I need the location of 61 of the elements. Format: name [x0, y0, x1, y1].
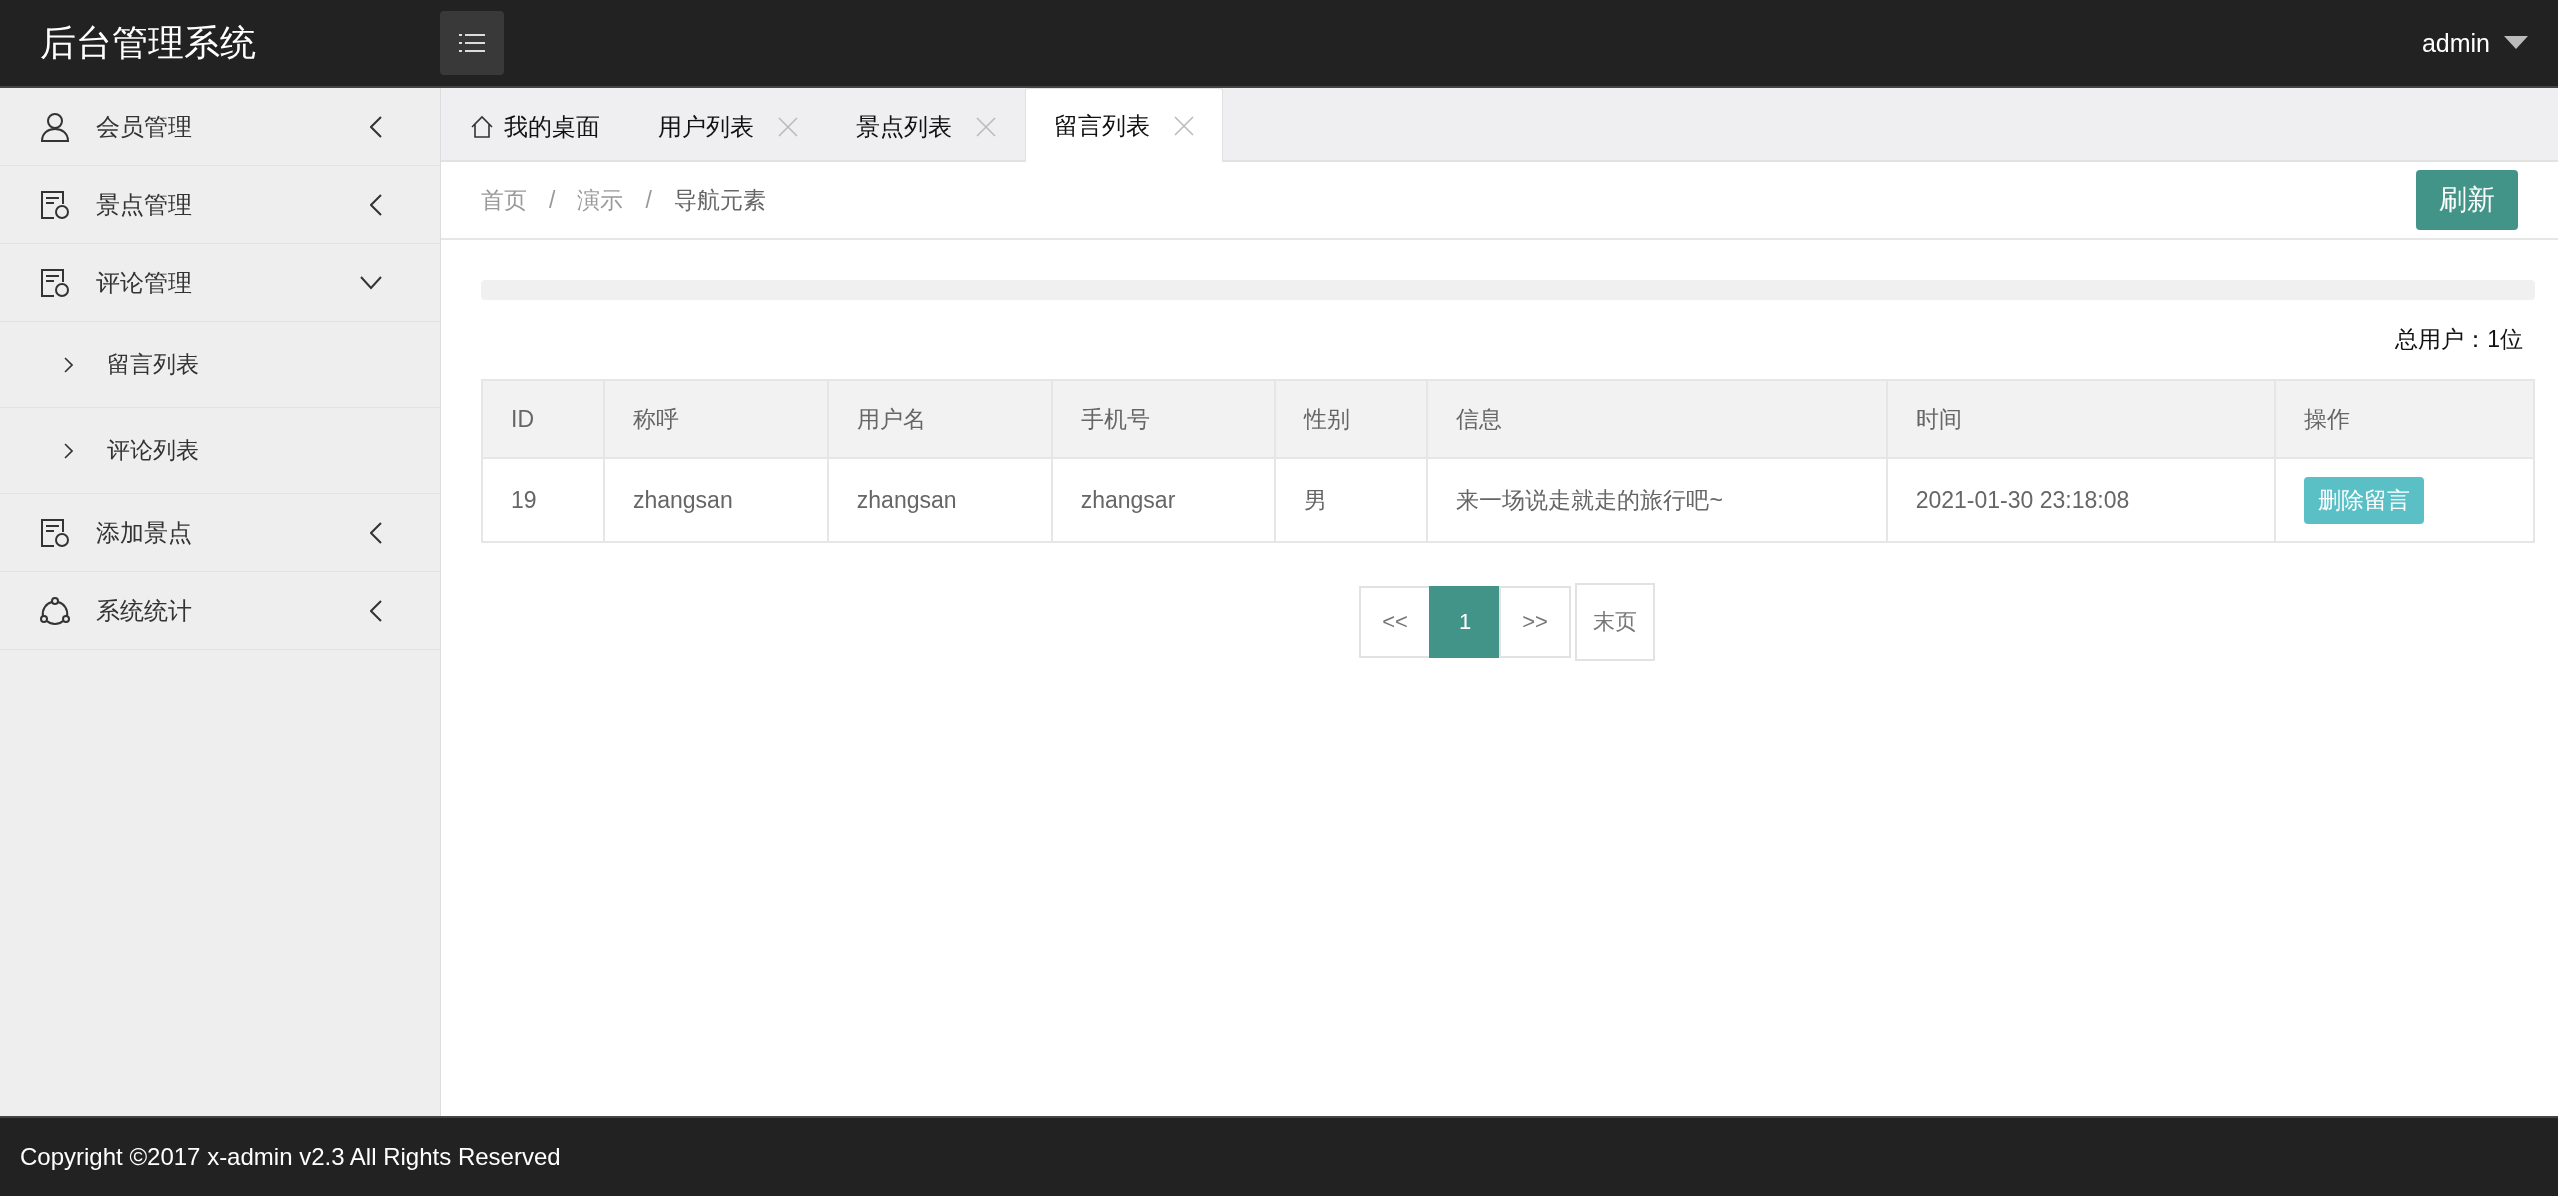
breadcrumb-link[interactable]: 导航元素: [673, 184, 766, 216]
tab[interactable]: 留言列表: [1025, 88, 1223, 162]
app-title: 后台管理系统: [40, 20, 257, 65]
page-button[interactable]: 末页: [1575, 583, 1655, 661]
user-menu[interactable]: admin: [2421, 28, 2490, 58]
tab[interactable]: 我的桌面: [441, 90, 629, 162]
tab-label: 用户列表: [658, 111, 754, 142]
chevron-right-icon: [64, 442, 73, 459]
column-header: 信息: [1427, 380, 1887, 458]
document-icon: [40, 517, 70, 548]
column-header: 操作: [2275, 380, 2534, 458]
table-cell: 来一场说走就走的旅行吧~: [1427, 458, 1887, 542]
sidebar-subitem[interactable]: 留言列表: [0, 322, 440, 408]
sidebar-item[interactable]: 系统统计: [0, 572, 440, 650]
caret-icon: [2504, 36, 2528, 50]
chevron-left-icon: [370, 193, 382, 216]
chevron-right-icon: [64, 356, 73, 373]
page-button[interactable]: 1: [1429, 586, 1501, 658]
sidebar-item[interactable]: 会员管理: [0, 88, 440, 166]
person-icon: [40, 111, 70, 142]
breadcrumb-separator: /: [645, 186, 652, 214]
sidebar-item[interactable]: 评论管理: [0, 244, 440, 322]
tab-label: 景点列表: [856, 111, 952, 142]
close-icon[interactable]: [1174, 115, 1194, 136]
tab[interactable]: 景点列表: [827, 90, 1025, 162]
sidebar-subitem[interactable]: 评论列表: [0, 408, 440, 494]
column-header: 时间: [1886, 380, 2276, 458]
sidebar-item[interactable]: 添加景点: [0, 494, 440, 572]
home-icon: [470, 114, 494, 139]
tab-label: 我的桌面: [504, 111, 600, 142]
column-header: 称呼: [603, 380, 828, 458]
page-button[interactable]: >>: [1499, 586, 1571, 658]
document-icon: [40, 189, 70, 220]
table-cell: zhangsan: [603, 458, 828, 542]
breadcrumb-separator: /: [549, 186, 556, 214]
document-icon: [40, 267, 70, 298]
table-cell: 2021-01-30 23:18:08: [1886, 458, 2276, 542]
table-cell: 男: [1274, 458, 1428, 542]
column-header: 手机号: [1051, 380, 1275, 458]
copyright-text: Copyright ©2017 x-admin v2.3 All Rights Reserved: [20, 1143, 561, 1171]
page-button[interactable]: <<: [1359, 586, 1431, 658]
close-icon[interactable]: [976, 116, 996, 137]
chevron-left-icon: [370, 521, 382, 544]
menu-button[interactable]: [440, 11, 504, 75]
chevron-left-icon: [370, 115, 382, 138]
tab-label: 留言列表: [1054, 110, 1150, 141]
column-header: ID: [482, 380, 604, 458]
total-users-text: 总用户：1位: [2395, 326, 2523, 352]
tab[interactable]: 用户列表: [629, 90, 827, 162]
chevron-left-icon: [370, 599, 382, 622]
sidebar-item[interactable]: 景点管理: [0, 166, 440, 244]
menu-icon: [459, 33, 485, 53]
chevron-down-icon: [360, 275, 382, 290]
column-header: 性别: [1274, 380, 1428, 458]
table-cell: 19: [482, 458, 604, 542]
table-cell: zhangsar: [1051, 458, 1275, 542]
close-icon[interactable]: [778, 116, 798, 137]
network-icon: [40, 595, 70, 626]
table-cell: zhangsan: [827, 458, 1052, 542]
refresh-button[interactable]: 刷新: [2416, 170, 2518, 230]
column-header: 用户名: [827, 380, 1052, 458]
